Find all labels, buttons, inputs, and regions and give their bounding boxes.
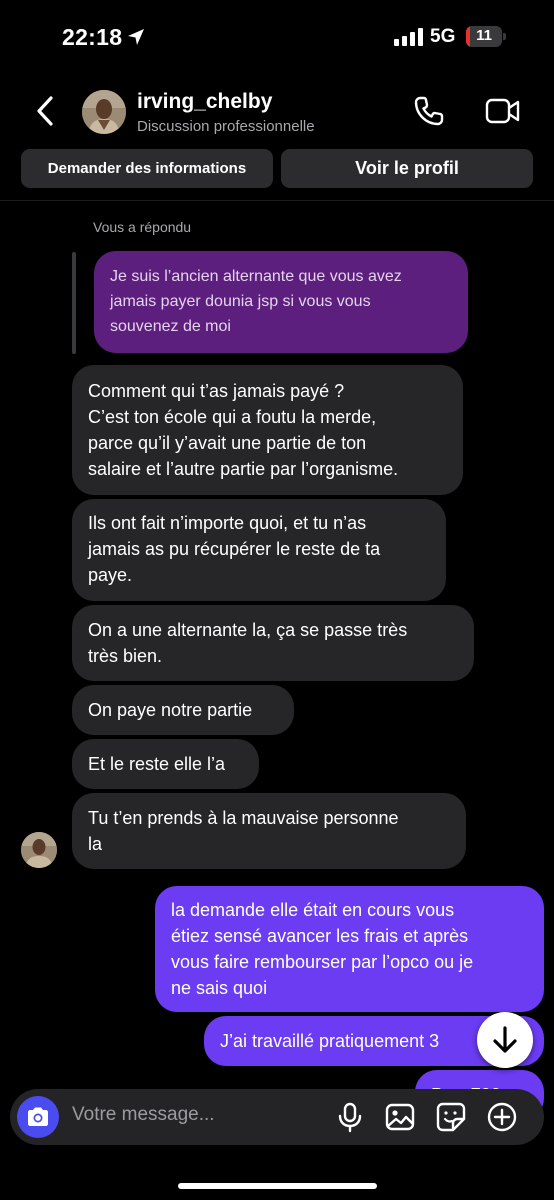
message-bubble-incoming[interactable]: Et le reste elle l’a bbox=[72, 739, 259, 789]
status-time: 22:18 bbox=[62, 24, 123, 50]
network-type: 5G bbox=[430, 26, 456, 47]
image-icon[interactable] bbox=[384, 1101, 416, 1133]
view-profile-button[interactable]: Voir le profil bbox=[281, 149, 533, 188]
request-info-button[interactable]: Demander des informations bbox=[21, 149, 273, 188]
microphone-icon[interactable] bbox=[334, 1101, 366, 1133]
video-camera-icon[interactable] bbox=[484, 96, 522, 126]
chat-header: irving_chelby Discussion professionnelle bbox=[0, 78, 554, 144]
battery-tip bbox=[503, 33, 506, 40]
chevron-left-icon[interactable] bbox=[30, 94, 60, 128]
location-arrow-icon bbox=[128, 29, 144, 45]
contact-subtitle: Discussion professionnelle bbox=[137, 118, 315, 135]
battery-level: 11 bbox=[476, 27, 492, 44]
reply-label: Vous a répondu bbox=[93, 219, 192, 235]
reply-indicator-bar bbox=[72, 252, 76, 354]
message-bubble-outgoing[interactable]: la demande elle était en cours vous étie… bbox=[155, 886, 544, 1012]
contact-name[interactable]: irving_chelby bbox=[137, 90, 272, 114]
header-divider bbox=[0, 200, 554, 201]
message-bubble-incoming[interactable]: On a une alternante la, ça se passe très… bbox=[72, 605, 474, 681]
sender-avatar[interactable] bbox=[21, 832, 57, 868]
sticker-icon[interactable] bbox=[435, 1101, 467, 1133]
phone-icon[interactable] bbox=[412, 94, 446, 128]
message-bubble-incoming[interactable]: Tu t’en prends à la mauvaise personne la bbox=[72, 793, 466, 869]
camera-icon bbox=[28, 1107, 48, 1126]
status-bar: 22:18 5G 11 bbox=[0, 0, 554, 76]
plus-icon[interactable] bbox=[486, 1101, 518, 1133]
quoted-message[interactable]: Je suis l’ancien alternante que vous ave… bbox=[94, 251, 468, 353]
camera-button[interactable] bbox=[17, 1096, 59, 1138]
arrow-down-icon bbox=[493, 1026, 517, 1053]
message-bubble-incoming[interactable]: On paye notre partie bbox=[72, 685, 294, 735]
signal-icon bbox=[394, 28, 423, 46]
message-bubble-incoming[interactable]: Comment qui t’as jamais payé ? C’est ton… bbox=[72, 365, 463, 495]
message-bubble-incoming[interactable]: Ils ont fait n’importe quoi, et tu n’as … bbox=[72, 499, 446, 601]
battery-icon: 11 bbox=[466, 26, 502, 47]
message-composer bbox=[10, 1089, 544, 1145]
message-input[interactable] bbox=[72, 1104, 312, 1126]
avatar[interactable] bbox=[82, 90, 126, 134]
scroll-to-bottom-button[interactable] bbox=[477, 1012, 533, 1068]
home-indicator bbox=[178, 1183, 377, 1189]
